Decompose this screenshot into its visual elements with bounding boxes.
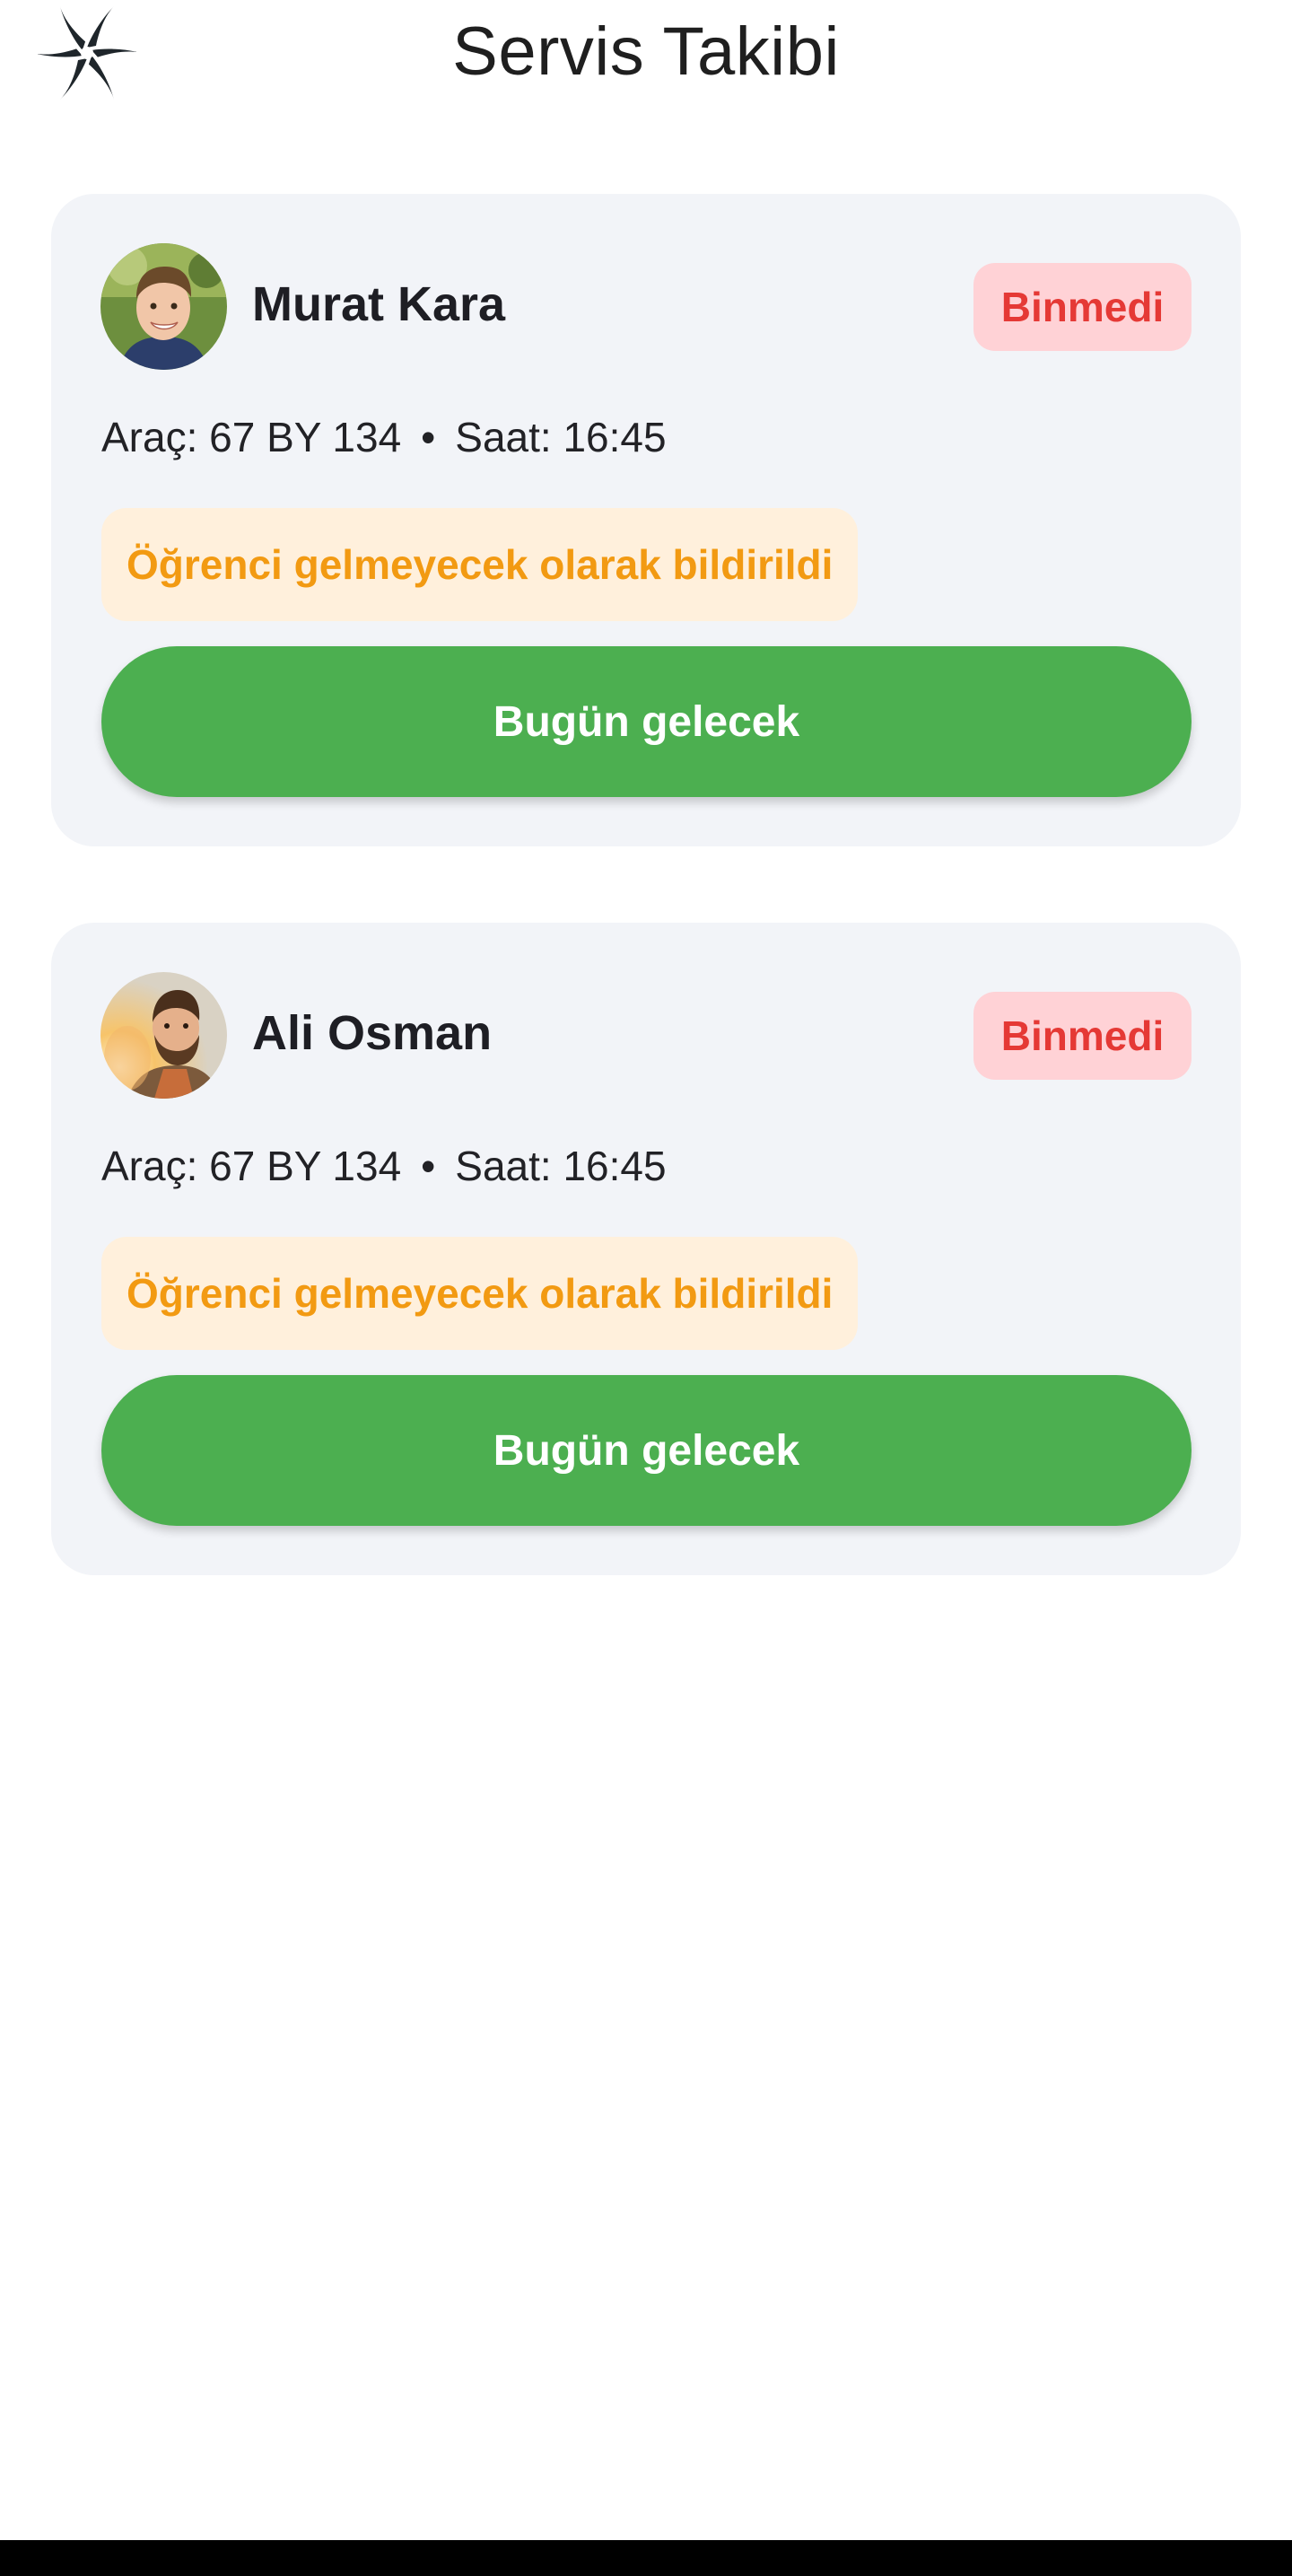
ride-info: Araç: 67 BY 134 • Saat: 16:45 [101, 1142, 667, 1190]
student-avatar [100, 243, 227, 370]
will-come-today-button[interactable]: Bugün gelecek [101, 1375, 1192, 1526]
pickup-time: Saat: 16:45 [455, 1143, 667, 1189]
absence-notice: Öğrenci gelmeyecek olarak bildirildi [101, 1237, 859, 1350]
student-name: Ali Osman [252, 1006, 493, 1060]
student-card: Murat Kara Binmedi Araç: 67 BY 134 • Saat:… [51, 194, 1241, 846]
student-name: Murat Kara [252, 277, 506, 331]
absence-notice: Öğrenci gelmeyecek olarak bildirildi [101, 508, 859, 621]
separator-dot: • [421, 1143, 436, 1189]
student-avatar [100, 972, 227, 1099]
separator-dot: • [421, 414, 436, 460]
page-title: Servis Takibi [452, 13, 840, 90]
vehicle-plate: Araç: 67 BY 134 [101, 414, 402, 460]
system-navigation-bar [0, 2540, 1292, 2576]
student-card: Ali Osman Binmedi Araç: 67 BY 134 • Saat: … [51, 923, 1241, 1575]
status-badge: Binmedi [973, 263, 1192, 351]
status-badge: Binmedi [973, 992, 1192, 1080]
vehicle-plate: Araç: 67 BY 134 [101, 1143, 402, 1189]
pickup-time: Saat: 16:45 [455, 414, 667, 460]
ride-info: Araç: 67 BY 134 • Saat: 16:45 [101, 413, 667, 461]
app-header: Servis Takibi [0, 0, 1292, 108]
will-come-today-button[interactable]: Bugün gelecek [101, 646, 1192, 797]
screen: Servis Takibi Murat Kara Binmedi Araç: 6… [0, 0, 1292, 2576]
